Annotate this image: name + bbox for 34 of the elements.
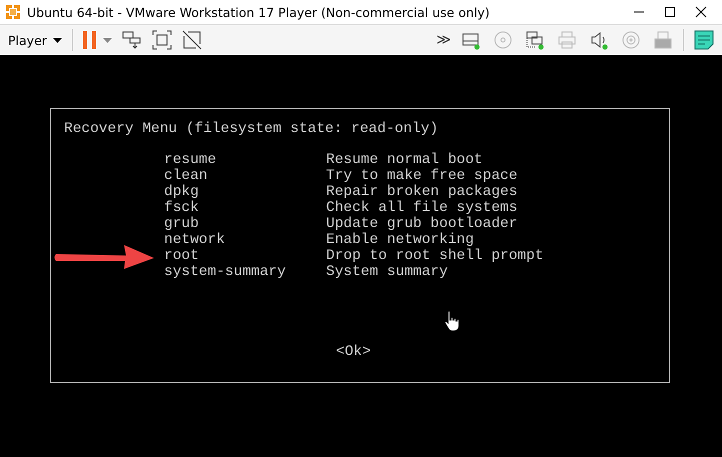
menu-command[interactable]: clean bbox=[164, 168, 326, 184]
caret-icon[interactable] bbox=[52, 38, 62, 42]
menu-description: Update grub bootloader bbox=[326, 216, 518, 232]
maximize-icon[interactable] bbox=[664, 6, 676, 18]
menu-command[interactable]: root bbox=[164, 248, 326, 264]
unity-mode-icon[interactable] bbox=[182, 30, 202, 50]
arrow-icon bbox=[52, 244, 156, 270]
menu-description: Enable networking bbox=[326, 232, 474, 248]
network-icon[interactable] bbox=[525, 30, 545, 50]
speaker-icon[interactable] bbox=[589, 30, 609, 50]
menu-command[interactable]: fsck bbox=[164, 200, 326, 216]
menu-description: Drop to root shell prompt bbox=[326, 248, 544, 264]
menu-command[interactable]: resume bbox=[164, 152, 326, 168]
menu-description: Try to make free space bbox=[326, 168, 518, 184]
menu-description: System summary bbox=[326, 264, 448, 280]
menu-description: Check all file systems bbox=[326, 200, 518, 216]
menu-command[interactable]: system-summary bbox=[164, 264, 326, 280]
more-button[interactable]: ≫ bbox=[436, 32, 451, 48]
pause-icon[interactable] bbox=[82, 31, 97, 49]
dialog-title: Recovery Menu (filesystem state: read-only) bbox=[64, 121, 440, 137]
app-logo-icon bbox=[4, 3, 22, 21]
menu-description: Resume normal boot bbox=[326, 152, 483, 168]
fullscreen-icon[interactable] bbox=[152, 30, 172, 50]
menu-command[interactable]: network bbox=[164, 232, 326, 248]
note-icon[interactable] bbox=[694, 30, 714, 50]
ok-button[interactable]: <Ok> bbox=[336, 344, 371, 360]
menu-command[interactable]: grub bbox=[164, 216, 326, 232]
menu-command[interactable]: dpkg bbox=[164, 184, 326, 200]
close-icon[interactable] bbox=[695, 6, 707, 18]
player-menu-button[interactable]: Player bbox=[8, 32, 47, 48]
send-keys-icon[interactable] bbox=[122, 30, 142, 50]
hand-cursor-icon bbox=[444, 310, 460, 332]
window-title: Ubuntu 64-bit - VMware Workstation 17 Player (Non-commercial use only) bbox=[27, 4, 491, 20]
menu-description: Repair broken packages bbox=[326, 184, 518, 200]
